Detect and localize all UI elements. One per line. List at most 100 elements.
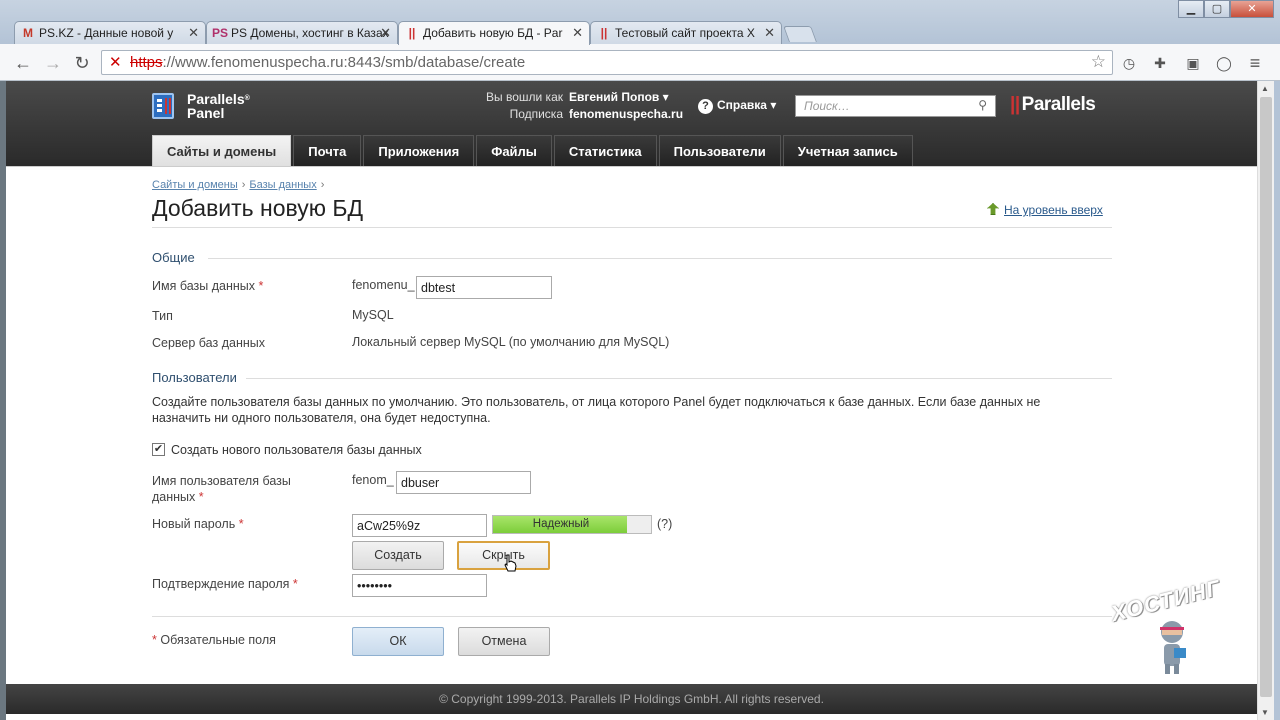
scroll-down-arrow-icon[interactable]: ▼	[1261, 708, 1269, 717]
help-label: Справка	[717, 98, 767, 112]
confirm-password-input[interactable]: ••••••••	[352, 574, 487, 597]
search-placeholder: Поиск…	[804, 99, 850, 113]
page: Parallels® Panel Вы вошли как Евгений По…	[6, 81, 1257, 720]
up-level-link[interactable]: На уровень вверх	[987, 203, 1103, 217]
panel-header: Parallels® Panel Вы вошли как Евгений По…	[6, 81, 1257, 166]
divider	[208, 258, 1112, 259]
parallels-bars-icon: ||	[1010, 94, 1020, 115]
browser-tab-4[interactable]: || Тестовый сайт проекта Х ✕	[590, 21, 782, 45]
parallels-icon: ||	[408, 26, 416, 40]
search-input[interactable]: Поиск… ⚲	[795, 95, 996, 117]
users-note: Создайте пользователя базы данных по умо…	[152, 395, 1041, 425]
close-tab-icon[interactable]: ✕	[572, 25, 583, 41]
create-user-label[interactable]: Создать нового пользователя базы данных	[171, 443, 422, 457]
nav-divider	[6, 166, 1257, 167]
db-name-prefix: fenomenu_	[352, 278, 415, 292]
generate-password-button[interactable]: Создать	[352, 541, 444, 570]
main-nav: Сайты и домены Почта Приложения Файлы Ст…	[152, 135, 915, 166]
parallels-brand-logo: || Parallels	[1010, 94, 1096, 116]
section-general-heading: Общие	[152, 250, 195, 265]
window-extension-icon[interactable]: ▣	[1185, 55, 1201, 71]
up-arrow-icon	[987, 203, 999, 215]
brand-text: Parallels	[1021, 94, 1096, 115]
new-tab-button[interactable]	[783, 26, 817, 42]
breadcrumb-sites-and-domains[interactable]: Сайты и домены	[152, 179, 238, 191]
scrollbar-thumb[interactable]	[1260, 97, 1272, 697]
tab-mail[interactable]: Почта	[293, 135, 362, 166]
search-icon[interactable]: ⚲	[978, 98, 987, 112]
close-tab-icon[interactable]: ✕	[380, 25, 391, 41]
browser-tab-label: PS.KZ - Данные новой у	[39, 26, 174, 40]
db-username-prefix: fenom_	[352, 473, 394, 487]
browser-tab-1[interactable]: M PS.KZ - Данные новой у ✕	[14, 21, 206, 45]
close-tab-icon[interactable]: ✕	[188, 25, 199, 41]
db-username-label-line-2: данных	[152, 490, 196, 504]
window-controls: ▁ ▢ ✕	[1178, 0, 1274, 18]
divider	[246, 378, 1112, 379]
divider	[152, 616, 1112, 617]
close-window-icon[interactable]: ✕	[1230, 0, 1274, 18]
gmail-icon: M	[23, 26, 33, 40]
url-text: ://www.fenomenuspecha.ru:8443/smb/databa…	[162, 54, 526, 71]
tab-sites-and-domains[interactable]: Сайты и домены	[152, 135, 292, 166]
confirm-password-label: Подтверждение пароля *	[152, 576, 298, 592]
create-user-checkbox[interactable]: ✔	[152, 443, 165, 456]
parallels-panel-logo-icon[interactable]	[152, 93, 174, 119]
forward-arrow-icon[interactable]: →	[42, 52, 64, 74]
db-username-input[interactable]: dbuser	[396, 471, 531, 494]
db-name-label-text: Имя базы данных	[152, 279, 255, 293]
db-server-label: Сервер баз данных	[152, 336, 265, 350]
circle-extension-icon[interactable]: ◯	[1216, 55, 1232, 71]
close-tab-icon[interactable]: ✕	[764, 25, 775, 41]
required-mark: *	[292, 577, 298, 591]
cancel-button[interactable]: Отмена	[458, 627, 550, 656]
address-bar[interactable]: ✕ https://www.fenomenuspecha.ru:8443/smb…	[101, 50, 1113, 75]
tab-applications[interactable]: Приложения	[363, 135, 475, 166]
help-menu[interactable]: ? Справка ▾	[698, 98, 776, 114]
password-strength-label: Надежный	[532, 518, 590, 530]
maximize-icon[interactable]: ▢	[1204, 0, 1230, 18]
tab-statistics[interactable]: Статистика	[553, 135, 657, 166]
required-fields-note: * Обязательные поля	[152, 632, 276, 648]
db-server-value: Локальный сервер MySQL (по умолчанию для…	[352, 335, 670, 349]
tab-files[interactable]: Файлы	[476, 135, 552, 166]
confirm-password-label-text: Подтверждение пароля	[152, 577, 290, 591]
password-strength-meter: Надежный	[492, 515, 652, 534]
new-password-input[interactable]: aCw25%9z	[352, 514, 487, 537]
clock-extension-icon[interactable]: ◷	[1121, 55, 1137, 71]
hosting-watermark: ХОСТИНГ	[1109, 575, 1230, 688]
type-value: MySQL	[352, 308, 394, 322]
vertical-scrollbar[interactable]: ▲ ▼	[1257, 81, 1274, 720]
chevron-down-icon: ▾	[662, 90, 669, 104]
page-title: Добавить новую БД	[152, 195, 364, 221]
tab-account[interactable]: Учетная запись	[782, 135, 913, 166]
browser-tab-2[interactable]: PS PS Домены, хостинг в Казах ✕	[206, 21, 398, 45]
db-name-label: Имя базы данных *	[152, 278, 263, 294]
user-menu[interactable]: Евгений Попов ▾	[569, 90, 669, 104]
hand-cursor-icon	[504, 554, 517, 572]
required-mark: *	[198, 490, 204, 504]
scroll-up-arrow-icon[interactable]: ▲	[1261, 84, 1269, 93]
type-label: Тип	[152, 309, 173, 323]
minimize-icon[interactable]: ▁	[1178, 0, 1204, 18]
new-password-label-text: Новый пароль	[152, 517, 236, 531]
subscription-label: Подписка	[509, 107, 563, 121]
menu-icon[interactable]: ≡	[1247, 54, 1263, 72]
breadcrumb-databases[interactable]: Базы данных	[249, 179, 316, 191]
bookmark-star-icon[interactable]: ☆	[1091, 52, 1106, 72]
db-name-input[interactable]: dbtest	[416, 276, 552, 299]
browser-tab-3[interactable]: || Добавить новую БД - Par ✕	[398, 21, 590, 45]
ok-button[interactable]: ОК	[352, 627, 444, 656]
reload-icon[interactable]: ↻	[71, 52, 93, 74]
panel-logo-text[interactable]: Parallels® Panel	[187, 92, 250, 120]
section-users-heading: Пользователи	[152, 370, 237, 385]
db-username-label: Имя пользователя базы данных *	[152, 473, 291, 505]
subscription-value[interactable]: fenomenuspecha.ru	[569, 107, 683, 121]
back-arrow-icon[interactable]: ←	[12, 52, 34, 74]
tab-users[interactable]: Пользователи	[658, 135, 781, 166]
puzzle-extension-icon[interactable]: ✚	[1152, 55, 1168, 71]
logo-line-2: Panel	[187, 105, 225, 121]
browser-toolbar: ← → ↻ ✕ https://www.fenomenuspecha.ru:84…	[0, 44, 1280, 81]
db-username-label-line-1: Имя пользователя базы	[152, 474, 291, 488]
password-strength-help[interactable]: (?)	[657, 517, 672, 531]
